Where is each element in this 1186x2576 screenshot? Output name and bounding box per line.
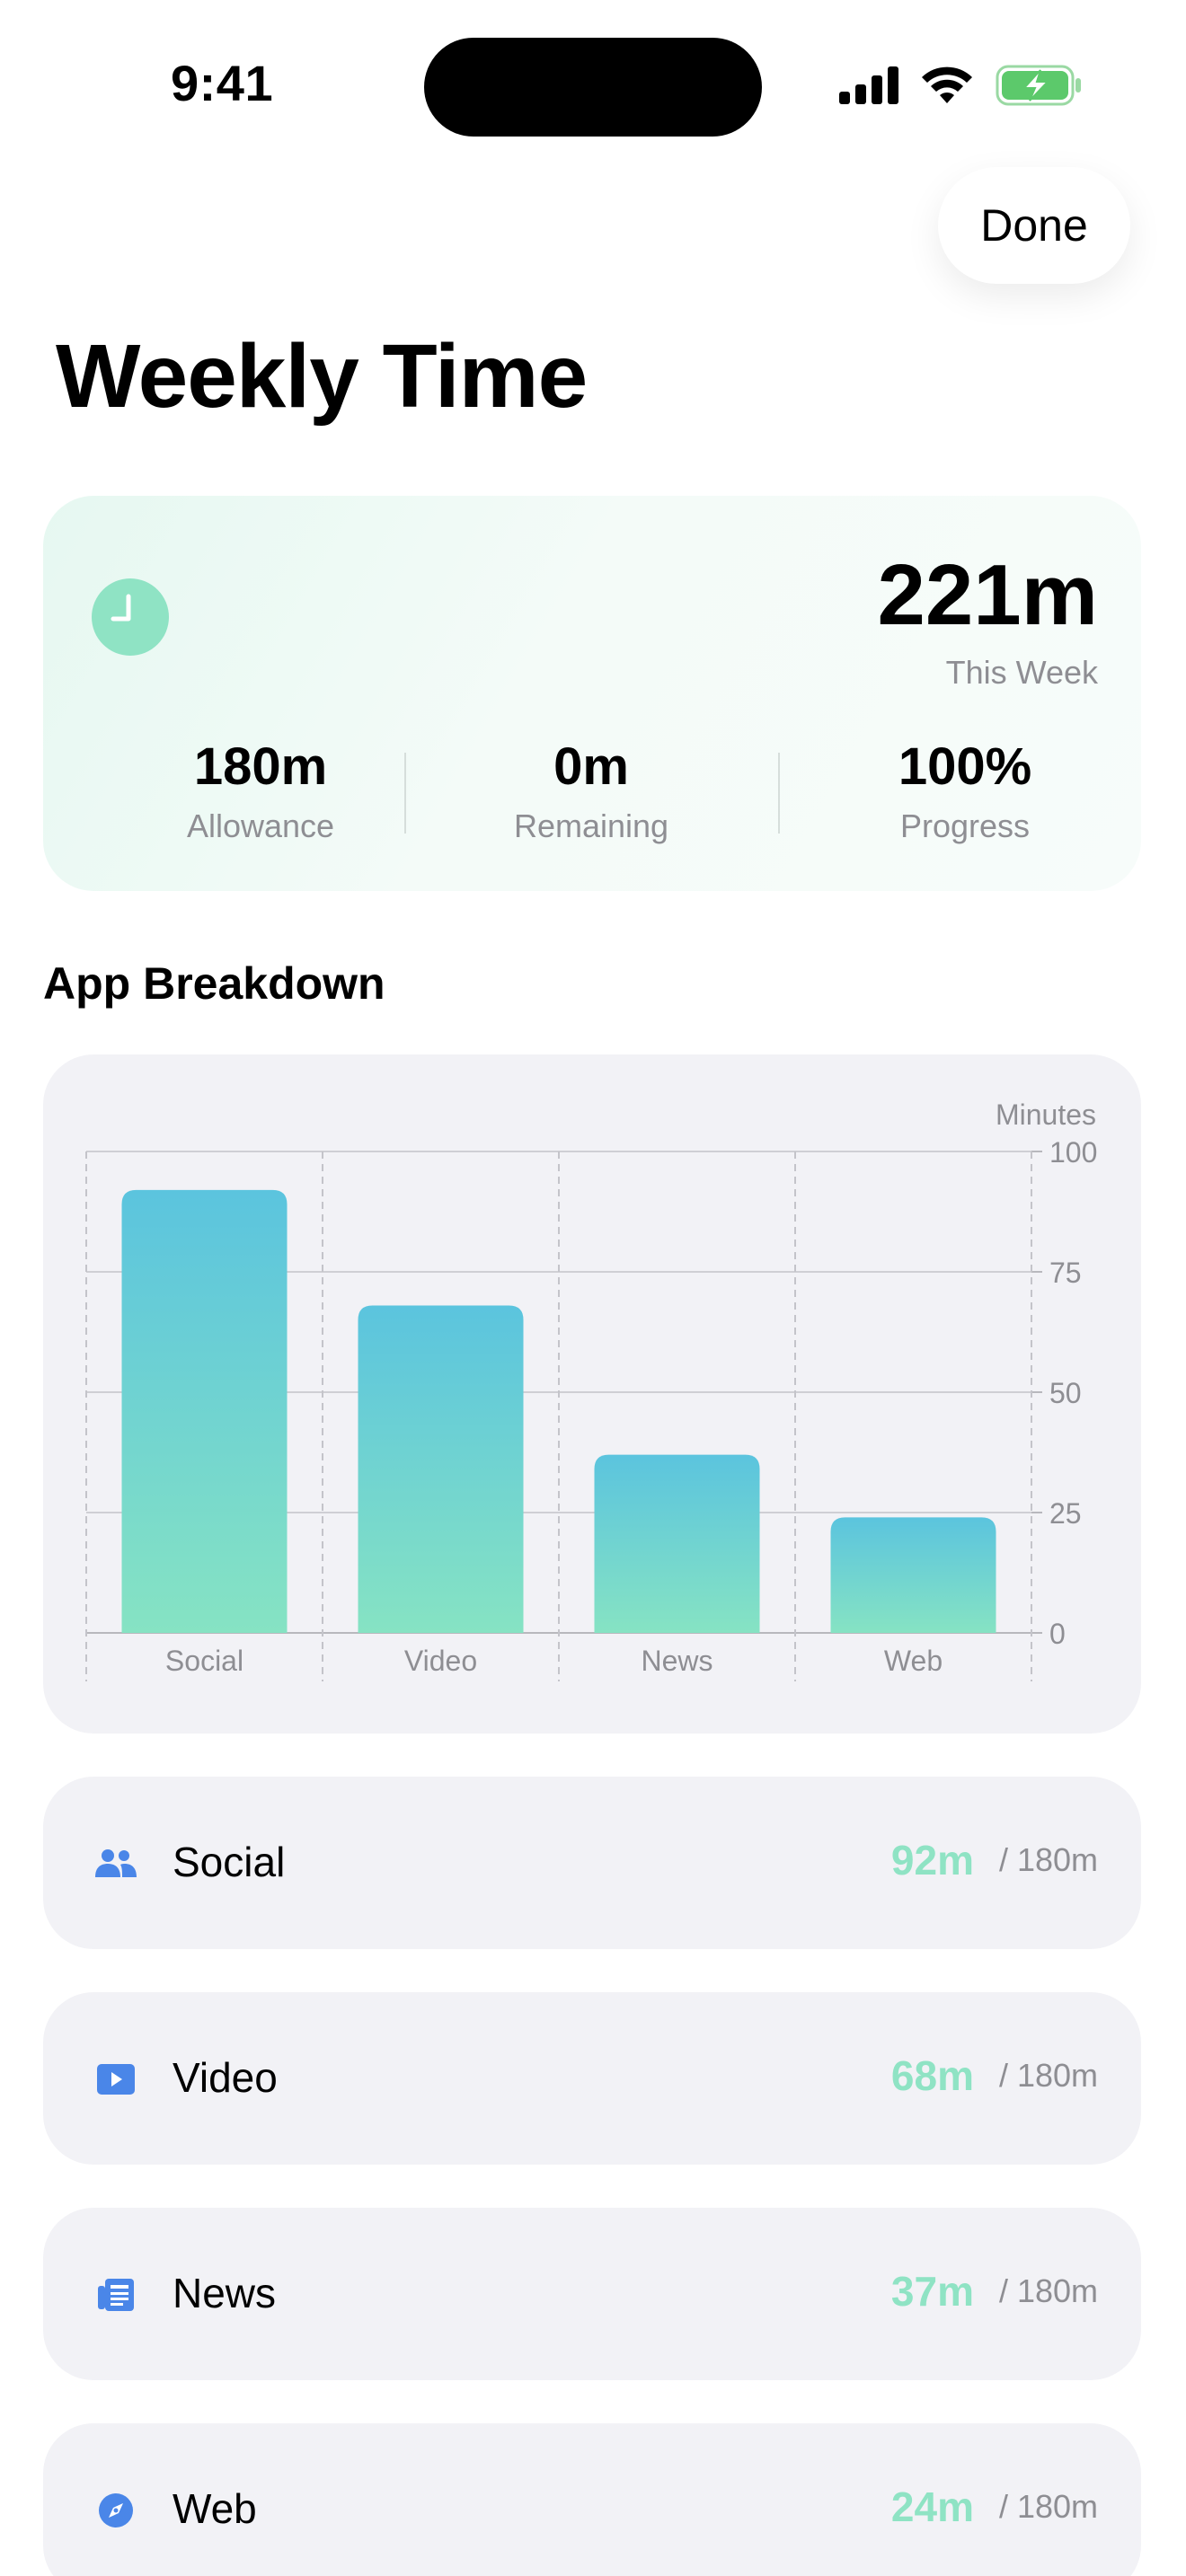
y-tick-label: 100 [1049,1136,1097,1169]
y-tick-label: 25 [1049,1497,1082,1530]
bar-video [358,1305,524,1633]
app-name: Video [173,2054,278,2101]
x-tick-label: Web [884,1645,943,1677]
remaining-stat: 0m Remaining [429,737,753,845]
stat-divider [404,753,406,834]
progress-label: Progress [899,807,1031,844]
app-used-time: 37m [890,2268,974,2315]
app-used-time: 92m [890,1837,974,1883]
wifi-icon [922,66,972,103]
app-row-news[interactable]: News 37m / 180m [43,2208,1141,2380]
app-name: Social [173,1839,286,1885]
x-tick-label: Social [165,1645,243,1677]
status-icons [839,63,1082,108]
app-row-web[interactable]: Web 24m / 180m [43,2423,1141,2576]
bar-social [121,1189,288,1633]
progress-stat: 100% Progress [803,737,1127,845]
weekly-total-caption: This Week [945,654,1098,691]
app-limit: / 180m [998,2272,1098,2309]
y-axis-title: Minutes [996,1098,1096,1131]
app-row-video[interactable]: Video 68m / 180m [43,1992,1141,2165]
section-title: App Breakdown [43,958,385,1009]
status-bar: 9:41 [0,0,1186,162]
bar-news [594,1454,760,1633]
y-tick-label: 0 [1049,1618,1066,1650]
app-limit: / 180m [998,1841,1098,1878]
progress-value: 100% [898,737,1032,796]
app-used-time: 24m [890,2483,974,2530]
people-icon [95,1843,137,1884]
dynamic-island [424,38,762,137]
app-name: Web [173,2485,257,2532]
newspaper-icon [95,2274,137,2316]
x-tick-label: News [641,1645,712,1677]
allowance-stat: 180m Allowance [99,737,422,845]
page-title: Weekly Time [56,326,588,427]
battery-charging-icon [996,65,1081,106]
allowance-label: Allowance [186,807,335,844]
status-time: 9:41 [171,55,274,111]
weekly-total-value: 221m [877,547,1098,643]
app-name: News [173,2270,277,2316]
app-limit: / 180m [998,2057,1098,2094]
done-button[interactable]: Done [938,167,1130,284]
weekly-summary-card: 221m This Week 180m Allowance 0m Remaini… [43,496,1141,891]
app-breakdown-chart: 0 25 50 75 100 Minutes Social Video News Web [85,1098,1097,1681]
allowance-value: 180m [193,737,328,796]
app-breakdown-chart-card: 0 25 50 75 100 Minutes Social Video News Web [43,1054,1141,1734]
app-row-social[interactable]: Social 92m / 180m [43,1777,1141,1949]
stat-divider [778,753,780,834]
bar-web [830,1517,996,1633]
cellular-signal-icon [839,66,898,104]
app-limit: / 180m [998,2488,1098,2525]
clock-icon [92,578,169,656]
app-used-time: 68m [890,2052,974,2099]
y-tick-label: 75 [1049,1257,1082,1289]
x-tick-label: Video [404,1645,477,1677]
remaining-value: 0m [553,737,629,796]
y-tick-label: 50 [1049,1377,1082,1409]
compass-icon [95,2490,137,2531]
play-icon [95,2059,137,2100]
remaining-label: Remaining [513,807,669,844]
